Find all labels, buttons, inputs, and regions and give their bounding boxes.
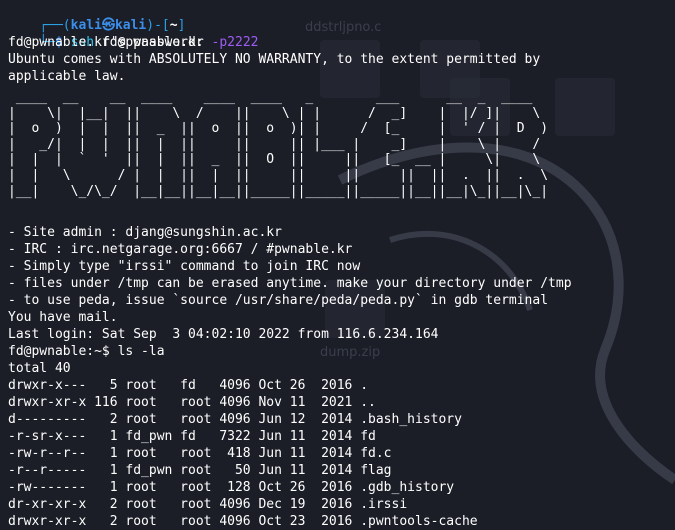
info-line-4: - files under /tmp can be erased anytime… bbox=[8, 276, 572, 291]
info-line-3: - Simply type "irssi" command to join IR… bbox=[8, 259, 361, 274]
password-prompt: fd@pwnable.kr's password: bbox=[8, 35, 204, 50]
last-login: Last login: Sat Sep 3 04:02:10 2022 from… bbox=[8, 327, 439, 342]
table-row: drwxr-x--- 5 root fd 4096 Oct 26 2016 . bbox=[8, 378, 369, 393]
remote-prompt: fd@pwnable:~$ ls -la bbox=[8, 344, 165, 359]
prompt-line-top: ┌──(kali㉿kali)-[~] bbox=[8, 0, 185, 33]
table-row: -r--r----- 1 fd_pwn root 50 Jun 11 2014 … bbox=[8, 463, 392, 478]
command-flag: -p2222 bbox=[211, 35, 259, 50]
mail-notice: You have mail. bbox=[8, 310, 118, 325]
table-row: dr-xr-xr-x 2 root root 4096 Dec 19 2016 … bbox=[8, 497, 408, 512]
warranty-line-2: applicable law. bbox=[8, 69, 126, 84]
info-line-5: - to use peda, issue `source /usr/share/… bbox=[8, 293, 549, 308]
total-line: total 40 bbox=[8, 361, 71, 376]
table-row: -rw-r--r-- 1 root root 418 Jun 11 2014 f… bbox=[8, 446, 392, 461]
table-row: -r-sr-x--- 1 fd_pwn fd 7322 Jun 11 2014 … bbox=[8, 429, 376, 444]
command-line[interactable]: └─$ ssh fd@pwnable.kr -p2222 bbox=[8, 17, 258, 50]
warranty-line-1: Ubuntu comes with ABSOLUTELY NO WARRANTY… bbox=[8, 52, 541, 67]
table-row: d--------- 2 root root 4096 Jun 12 2014 … bbox=[8, 412, 462, 427]
info-line-2: - IRC : irc.netgarage.org:6667 / #pwnabl… bbox=[8, 242, 353, 257]
table-row: drwxr-xr-x 2 root root 4096 Oct 23 2016 … bbox=[8, 514, 478, 529]
table-row: -rw------- 1 root root 128 Oct 26 2016 .… bbox=[8, 480, 455, 495]
info-line-1: - Site admin : djang@sungshin.ac.kr bbox=[8, 225, 282, 240]
ascii-banner: ____ __ __ ____ ____ ____ _ ___ __ _ ___… bbox=[8, 90, 549, 199]
terminal-window[interactable]: ┌──(kali㉿kali)-[~] └─$ ssh fd@pwnable.kr… bbox=[0, 0, 675, 529]
table-row: drwxr-xr-x 116 root root 4096 Nov 11 202… bbox=[8, 395, 376, 410]
